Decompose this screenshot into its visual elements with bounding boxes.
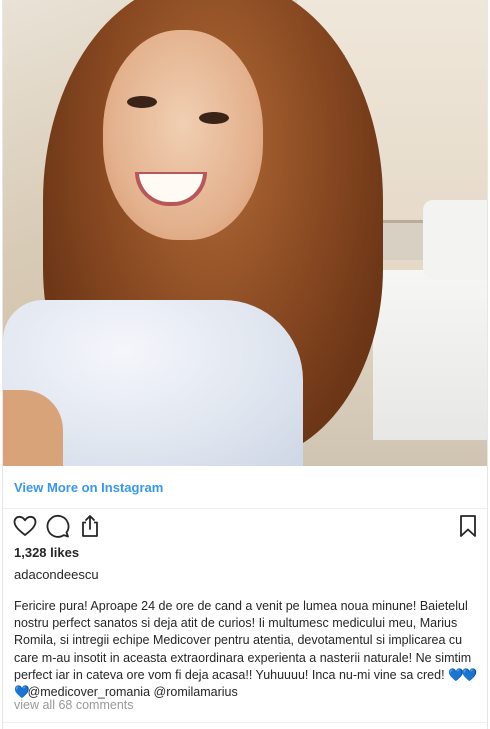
heart-icon[interactable] [12, 513, 38, 539]
action-row [3, 510, 487, 542]
post-caption: Fericire pura! Aproape 24 de ore de cand… [14, 598, 484, 701]
instagram-post-card: View More on Instagram 1,328 likes adaco… [2, 0, 488, 729]
photo-bed [373, 270, 487, 440]
caption-mentions[interactable]: @medicover_romania @romilamarius [28, 685, 238, 699]
share-icon[interactable] [77, 513, 103, 539]
view-all-comments-link[interactable]: view all 68 comments [14, 698, 134, 712]
caption-text: Fericire pura! Aproape 24 de ore de cand… [14, 599, 472, 682]
view-more-link[interactable]: View More on Instagram [14, 480, 163, 495]
view-more-bar: View More on Instagram [3, 466, 487, 509]
post-username[interactable]: adacondeescu [14, 567, 99, 582]
comment-icon[interactable] [45, 513, 71, 539]
photo-eye-right [199, 112, 229, 124]
post-photo[interactable] [3, 0, 487, 466]
photo-eye-left [127, 96, 157, 108]
divider [3, 722, 487, 723]
photo-pillow [423, 200, 487, 280]
likes-count[interactable]: 1,328 likes [14, 545, 79, 560]
photo-face [103, 30, 263, 240]
bookmark-icon[interactable] [455, 513, 481, 539]
